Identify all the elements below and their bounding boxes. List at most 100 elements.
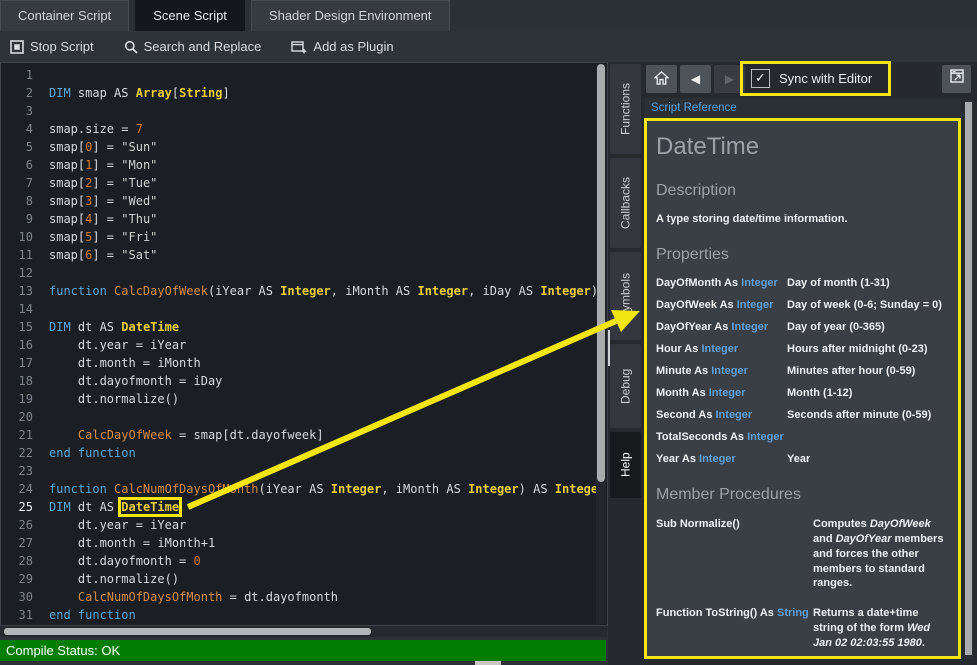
code-line[interactable]: 10smap[5] = "Fri" (1, 228, 607, 246)
editor-horizontal-scrollbar-thumb[interactable] (4, 628, 371, 635)
code-line[interactable]: 26 dt.year = iYear (1, 516, 607, 534)
script-toolbar: Stop Script Search and Replace Add as Plug… (0, 31, 977, 62)
line-number: 29 (1, 570, 33, 588)
code-line[interactable]: 17 dt.month = iMonth (1, 354, 607, 372)
property-type-link[interactable]: Integer (701, 343, 738, 355)
bottom-splitter-handle[interactable] (475, 661, 501, 665)
code-line[interactable]: 23 (1, 462, 607, 480)
popout-panel-button[interactable] (942, 65, 971, 93)
property-type-link[interactable]: Integer (716, 409, 753, 421)
property-type-link[interactable]: Integer (731, 321, 768, 333)
code-line[interactable]: 12 (1, 264, 607, 282)
toolbar-item-label: Stop Script (30, 39, 94, 54)
code-line[interactable]: 18 dt.dayofmonth = iDay (1, 372, 607, 390)
side-tab-functions[interactable]: Functions (610, 64, 641, 154)
stop-script-button[interactable]: Stop Script (10, 39, 94, 54)
search-and-replace-button[interactable]: Search and Replace (124, 39, 262, 54)
code-editor[interactable]: 12DIM smap AS Array[String]34smap.size =… (0, 62, 608, 626)
editor-horizontal-scrollbar[interactable] (0, 626, 607, 637)
property-type-link[interactable]: Integer (699, 453, 736, 465)
editor-vertical-scrollbar-thumb[interactable] (597, 64, 605, 482)
code-text: CalcNumOfDaysOfMonth = dt.dayofmonth (49, 588, 338, 606)
code-text: function CalcNumOfDaysOfMonth(iYear AS I… (49, 480, 605, 498)
code-text: DIM dt AS DateTime (49, 498, 179, 516)
side-tab-callbacks[interactable]: Callbacks (610, 158, 641, 248)
code-line[interactable]: 8smap[3] = "Wed" (1, 192, 607, 210)
code-text: dt.normalize() (49, 390, 179, 408)
code-line[interactable]: 16 dt.year = iYear (1, 336, 607, 354)
code-line[interactable]: 29 dt.normalize() (1, 570, 607, 588)
code-line[interactable]: 3 (1, 102, 607, 120)
procedure-row: Function ToString() As StringReturns a d… (656, 606, 958, 651)
help-vertical-scrollbar[interactable] (964, 100, 973, 659)
breadcrumb: Script Reference (644, 98, 961, 118)
side-tab-symbols[interactable]: Symbols (610, 252, 641, 340)
property-name: Minute As Integer (656, 365, 787, 377)
code-line[interactable]: 31end function (1, 606, 607, 624)
code-line[interactable]: 20 (1, 408, 607, 426)
code-line[interactable]: 22end function (1, 444, 607, 462)
code-line[interactable]: 27 dt.month = iMonth+1 (1, 534, 607, 552)
property-description: Seconds after minute (0-59) (787, 409, 948, 421)
back-button[interactable]: ◀ (680, 65, 711, 93)
property-description: Day of month (1-31) (787, 277, 948, 289)
line-number: 31 (1, 606, 33, 624)
code-line[interactable]: 13function CalcDayOfWeek(iYear AS Intege… (1, 282, 607, 300)
home-button[interactable] (646, 65, 677, 93)
sync-with-editor-highlight-box: ✓ Sync with Editor (740, 61, 891, 96)
line-number: 13 (1, 282, 33, 300)
property-type-link[interactable]: Integer (737, 299, 774, 311)
code-line[interactable]: 6smap[1] = "Mon" (1, 156, 607, 174)
code-line[interactable]: 9smap[4] = "Thu" (1, 210, 607, 228)
property-type-link[interactable]: Integer (747, 431, 784, 443)
code-line[interactable]: 24function CalcNumOfDaysOfMonth(iYear AS… (1, 480, 607, 498)
help-side-tabs: Functions Callbacks Symbols Debug Help (610, 64, 641, 498)
code-line[interactable]: 1 (1, 66, 607, 84)
line-number: 12 (1, 264, 33, 282)
help-vertical-scrollbar-thumb[interactable] (965, 102, 972, 655)
tab-container-script[interactable]: Container Script (0, 0, 129, 31)
code-line[interactable]: 7smap[2] = "Tue" (1, 174, 607, 192)
procedure-row: Sub Normalize()Computes DayOfWeek and Da… (656, 517, 958, 591)
editor-vertical-scrollbar[interactable] (596, 64, 606, 624)
script-reference-link[interactable]: Script Reference (651, 102, 737, 114)
properties-table: DayOfMonth As IntegerDay of month (1-31)… (656, 277, 958, 465)
property-type-link[interactable]: Integer (709, 387, 746, 399)
line-number: 8 (1, 192, 33, 210)
code-line[interactable]: 21 CalcDayOfWeek = smap[dt.dayofweek] (1, 426, 607, 444)
property-type-link[interactable]: Integer (741, 277, 778, 289)
sync-with-editor-checkbox[interactable]: ✓ (751, 69, 770, 88)
line-number: 9 (1, 210, 33, 228)
code-line[interactable]: 30 CalcNumOfDaysOfMonth = dt.dayofmonth (1, 588, 607, 606)
property-description: Month (1-12) (787, 387, 948, 399)
line-number: 19 (1, 390, 33, 408)
code-line[interactable]: 5smap[0] = "Sun" (1, 138, 607, 156)
properties-heading: Properties (656, 246, 958, 264)
code-text: smap[2] = "Tue" (49, 174, 157, 192)
side-tab-debug[interactable]: Debug (610, 344, 641, 428)
code-line[interactable]: 28 dt.dayofmonth = 0 (1, 552, 607, 570)
code-text: DIM smap AS Array[String] (49, 84, 230, 102)
property-type-link[interactable]: Integer (711, 365, 748, 377)
code-line[interactable]: 11smap[6] = "Sat" (1, 246, 607, 264)
popout-window-icon (949, 69, 965, 89)
tab-scene-script[interactable]: Scene Script (135, 0, 245, 31)
property-description (787, 431, 948, 443)
procedure-type-link[interactable]: String (777, 607, 809, 619)
code-line[interactable]: 15DIM dt AS DateTime (1, 318, 607, 336)
code-line[interactable]: 14 (1, 300, 607, 318)
code-line[interactable]: 19 dt.normalize() (1, 390, 607, 408)
tab-shader-design-environment[interactable]: Shader Design Environment (251, 0, 450, 31)
code-text: dt.year = iYear (49, 336, 186, 354)
forward-icon: ▶ (725, 72, 734, 86)
code-line[interactable]: 25DIM dt AS DateTime (1, 498, 607, 516)
code-line[interactable]: 2DIM smap AS Array[String] (1, 84, 607, 102)
code-line[interactable]: 4smap.size = 7 (1, 120, 607, 138)
side-tab-help[interactable]: Help (610, 432, 641, 498)
panel-splitter-handle[interactable] (608, 330, 610, 366)
line-number: 20 (1, 408, 33, 426)
property-name: TotalSeconds As Integer (656, 431, 787, 443)
procedure-signature: Sub Normalize() (656, 517, 813, 591)
procedure-description: Returns a date+time string of the form W… (813, 606, 950, 651)
add-as-plugin-button[interactable]: Add as Plugin (291, 39, 393, 54)
